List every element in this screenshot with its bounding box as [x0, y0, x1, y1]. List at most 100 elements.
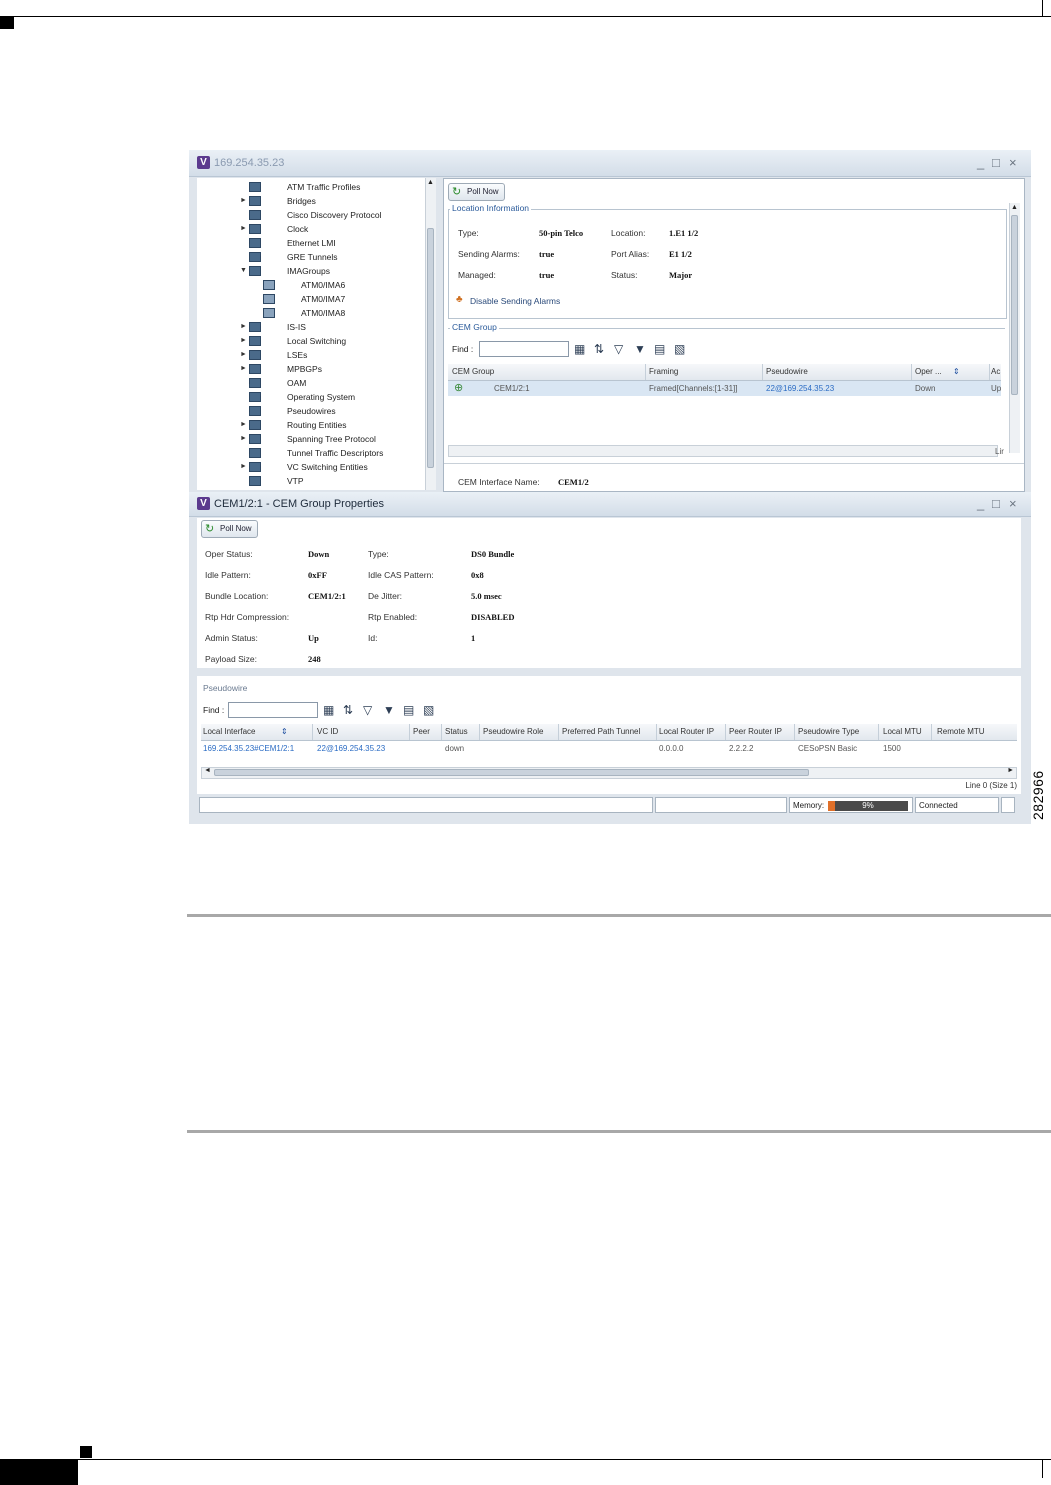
pseudowire-table-row[interactable]: 169.254.35.23#CEM1/2:1 22@169.254.35.23 …: [201, 741, 1017, 756]
col-framing[interactable]: Framing: [649, 367, 759, 376]
cem-find-input[interactable]: [479, 341, 569, 357]
col-vc-id[interactable]: VC ID: [317, 727, 407, 736]
close-icon[interactable]: ×: [1009, 155, 1017, 170]
expand-arrow-icon[interactable]: ►: [240, 463, 247, 470]
rtp-hdr-label: Rtp Hdr Compression:: [205, 612, 290, 622]
expand-arrow-icon[interactable]: ►: [240, 351, 247, 358]
expand-arrow-icon[interactable]: ►: [240, 225, 247, 232]
tree-item[interactable]: Operating System: [197, 390, 423, 404]
sort-icon[interactable]: ⇅: [343, 703, 353, 717]
scroll-right-icon[interactable]: ►: [1007, 767, 1014, 774]
minimize-icon[interactable]: _: [977, 155, 984, 170]
maximize-icon[interactable]: □: [992, 496, 1000, 511]
sort-order-icon[interactable]: ⇕: [281, 727, 301, 736]
export-icon[interactable]: ▧: [674, 342, 685, 356]
tree-item[interactable]: ► IS-IS: [197, 320, 423, 334]
tree-item[interactable]: ► LSEs: [197, 348, 423, 362]
tree-scrollbar[interactable]: ▲: [425, 178, 436, 490]
filter-icon[interactable]: ▽: [614, 342, 623, 356]
col-pseudowire-type[interactable]: Pseudowire Type: [798, 727, 878, 736]
tree-item[interactable]: ► Routing Entities: [197, 418, 423, 432]
col-local-mtu[interactable]: Local MTU: [883, 727, 929, 736]
tree-item[interactable]: ► Local Switching: [197, 334, 423, 348]
detail-scroll-thumb[interactable]: [1011, 215, 1018, 395]
detail-vscroll[interactable]: ▲: [1009, 203, 1020, 453]
expand-arrow-icon[interactable]: ►: [240, 365, 247, 372]
location-label: Location:: [611, 228, 646, 238]
expand-arrow-icon[interactable]: ►: [240, 323, 247, 330]
expand-arrow-icon[interactable]: ►: [240, 421, 247, 428]
tree-item[interactable]: ATM Traffic Profiles: [197, 180, 423, 194]
tree-item-label: Bridges: [287, 196, 316, 206]
col-oper[interactable]: Oper ...: [915, 367, 949, 376]
node-icon: [249, 210, 261, 220]
save-table-icon[interactable]: ▦: [574, 342, 585, 356]
save-table-icon[interactable]: ▦: [323, 703, 334, 717]
close-icon[interactable]: ×: [1009, 496, 1017, 511]
columns-icon[interactable]: ▤: [403, 703, 414, 717]
col-preferred-path[interactable]: Preferred Path Tunnel: [562, 727, 656, 736]
expand-arrow-icon[interactable]: ►: [240, 197, 247, 204]
cem-properties-titlebar[interactable]: V CEM1/2:1 - CEM Group Properties _ □ ×: [189, 492, 1031, 517]
node-icon: [249, 322, 261, 332]
tree-item[interactable]: Ethernet LMI: [197, 236, 423, 250]
tree-item[interactable]: ▼ IMAGroups: [197, 264, 423, 278]
clear-filter-icon[interactable]: ▼: [634, 342, 646, 356]
local-interface-link[interactable]: 169.254.35.23#CEM1/2:1: [203, 744, 311, 753]
tree-item[interactable]: ATM0/IMA6: [197, 278, 423, 292]
columns-icon[interactable]: ▤: [654, 342, 665, 356]
cem-hscroll[interactable]: [448, 445, 998, 457]
scroll-up-icon[interactable]: ▲: [1011, 204, 1018, 211]
col-separator: [441, 724, 442, 740]
tree-item[interactable]: Pseudowires: [197, 404, 423, 418]
tree-item[interactable]: VTP: [197, 474, 423, 488]
tree-item[interactable]: GRE Tunnels: [197, 250, 423, 264]
clear-filter-icon[interactable]: ▼: [383, 703, 395, 717]
col-admin[interactable]: Ac: [991, 367, 1001, 376]
tree-item[interactable]: ► Clock: [197, 222, 423, 236]
tree-item[interactable]: ► VC Switching Entities: [197, 460, 423, 474]
pseudowire-hscroll[interactable]: ◄ ►: [201, 767, 1017, 779]
tree-item[interactable]: ► Bridges: [197, 194, 423, 208]
col-pseudowire-role[interactable]: Pseudowire Role: [483, 727, 557, 736]
expand-arrow-icon[interactable]: ►: [240, 337, 247, 344]
expand-arrow-icon[interactable]: ►: [240, 435, 247, 442]
col-local-router-ip[interactable]: Local Router IP: [659, 727, 725, 736]
disable-sending-alarms-link[interactable]: Disable Sending Alarms: [470, 296, 560, 306]
poll-now-button[interactable]: Poll Now: [201, 520, 258, 538]
tree-item[interactable]: ► Spanning Tree Protocol: [197, 432, 423, 446]
export-icon[interactable]: ▧: [423, 703, 434, 717]
poll-now-button[interactable]: Poll Now: [448, 183, 505, 201]
pseudowire-find-input[interactable]: [228, 702, 318, 718]
node-icon: [263, 280, 275, 290]
sort-icon[interactable]: ⇅: [594, 342, 604, 356]
tree-item[interactable]: Cisco Discovery Protocol: [197, 208, 423, 222]
tree-item[interactable]: ► MPBGPs: [197, 362, 423, 376]
col-separator: [479, 724, 480, 740]
scroll-up-icon[interactable]: ▲: [427, 179, 434, 186]
col-local-interface[interactable]: Local Interface: [203, 727, 281, 736]
sort-order-icon[interactable]: ⇕: [953, 367, 973, 376]
tree-item[interactable]: ATM0/IMA7: [197, 292, 423, 306]
pseudowire-scroll-thumb[interactable]: [214, 769, 809, 776]
col-peer-router-ip[interactable]: Peer Router IP: [729, 727, 793, 736]
col-remote-mtu[interactable]: Remote MTU: [937, 727, 997, 736]
col-pseudowire[interactable]: Pseudowire: [766, 367, 906, 376]
cem-table-row[interactable]: ⊕ CEM1/2:1 Framed[Channels:[1-31]] 22@16…: [448, 381, 1001, 396]
filter-icon[interactable]: ▽: [363, 703, 372, 717]
collapse-arrow-icon[interactable]: ▼: [240, 267, 247, 274]
tree-scroll-thumb[interactable]: [427, 228, 434, 468]
pseudowire-link[interactable]: 22@169.254.35.23: [766, 384, 906, 393]
vc-id-link[interactable]: 22@169.254.35.23: [317, 744, 407, 753]
col-status[interactable]: Status: [445, 727, 479, 736]
tree-item[interactable]: Tunnel Traffic Descriptors: [197, 446, 423, 460]
col-peer[interactable]: Peer: [413, 727, 441, 736]
col-cem-group[interactable]: CEM Group: [452, 367, 642, 376]
tree-item[interactable]: ATM0/IMA8: [197, 306, 423, 320]
minimize-icon[interactable]: _: [977, 496, 984, 511]
device-window-titlebar[interactable]: V 169.254.35.23 _ □ ×: [189, 150, 1031, 177]
idle-cas-value: 0x8: [471, 570, 484, 580]
maximize-icon[interactable]: □: [992, 155, 1000, 170]
scroll-left-icon[interactable]: ◄: [204, 767, 211, 774]
tree-item[interactable]: OAM: [197, 376, 423, 390]
